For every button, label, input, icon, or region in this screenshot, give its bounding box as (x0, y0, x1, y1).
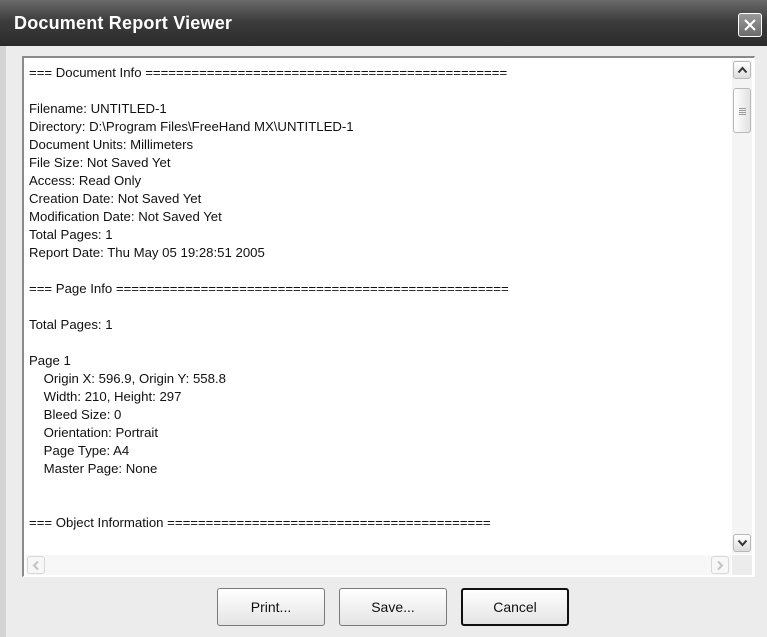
horizontal-scrollbar[interactable] (26, 555, 731, 575)
report-line (29, 496, 729, 514)
arrow-down-icon (737, 539, 748, 547)
thumb-grip-line (739, 110, 746, 111)
report-line: Report Date: Thu May 05 19:28:51 2005 (29, 245, 265, 260)
report-line: Directory: D:\Program Files\FreeHand MX\… (29, 119, 354, 134)
thumb-grip-line (739, 114, 746, 115)
document-report-viewer-window: Document Report Viewer === Document Info… (0, 0, 767, 637)
report-line: Orientation: Portrait (29, 425, 158, 440)
report-line (29, 334, 729, 352)
close-icon (744, 19, 756, 31)
arrow-right-icon (717, 560, 724, 571)
vertical-scrollbar[interactable] (732, 60, 752, 554)
report-line (29, 82, 729, 100)
report-text-area[interactable]: === Document Info ======================… (22, 56, 755, 577)
report-line: Origin X: 596.9, Origin Y: 558.8 (29, 371, 226, 386)
scrollbar-corner (732, 555, 752, 575)
scroll-left-button[interactable] (27, 556, 45, 574)
title-bar[interactable]: Document Report Viewer (0, 0, 767, 46)
report-line: === Page Info ==========================… (29, 281, 509, 296)
report-line: Filename: UNTITLED-1 (29, 101, 167, 116)
report-line (29, 532, 729, 550)
print-button[interactable]: Print... (217, 588, 325, 626)
thumb-grip-line (739, 108, 746, 109)
arrow-up-icon (737, 66, 748, 74)
report-line: Document Units: Millimeters (29, 137, 194, 152)
window-left-edge (0, 46, 6, 637)
arrow-left-icon (32, 560, 39, 571)
report-line (29, 298, 729, 316)
report-line: Page Type: A4 (29, 443, 130, 458)
vertical-scroll-thumb[interactable] (733, 88, 751, 133)
report-line: Bleed Size: 0 (29, 407, 122, 422)
cancel-button[interactable]: Cancel (461, 588, 569, 626)
scroll-right-button[interactable] (711, 556, 729, 574)
report-content: === Document Info ======================… (29, 64, 729, 552)
close-button[interactable] (738, 13, 762, 37)
report-line: Page 1 (29, 353, 71, 368)
report-line: Master Page: None (29, 461, 158, 476)
report-line: Modification Date: Not Saved Yet (29, 209, 222, 224)
report-line (29, 478, 729, 496)
report-line (29, 262, 729, 280)
save-button[interactable]: Save... (339, 588, 447, 626)
report-line: Access: Read Only (29, 173, 142, 188)
report-line: Width: 210, Height: 297 (29, 389, 182, 404)
scroll-up-button[interactable] (733, 61, 751, 79)
thumb-grip-line (739, 112, 746, 113)
report-line: Total Pages: 1 (29, 317, 113, 332)
window-title: Document Report Viewer (14, 13, 233, 33)
scroll-down-button[interactable] (733, 534, 751, 552)
report-line: Creation Date: Not Saved Yet (29, 191, 202, 206)
report-line: === Document Info ======================… (29, 65, 508, 80)
report-line: === Object Information =================… (29, 515, 491, 530)
report-line: File Size: Not Saved Yet (29, 155, 171, 170)
report-line: Total Pages: 1 (29, 227, 113, 242)
